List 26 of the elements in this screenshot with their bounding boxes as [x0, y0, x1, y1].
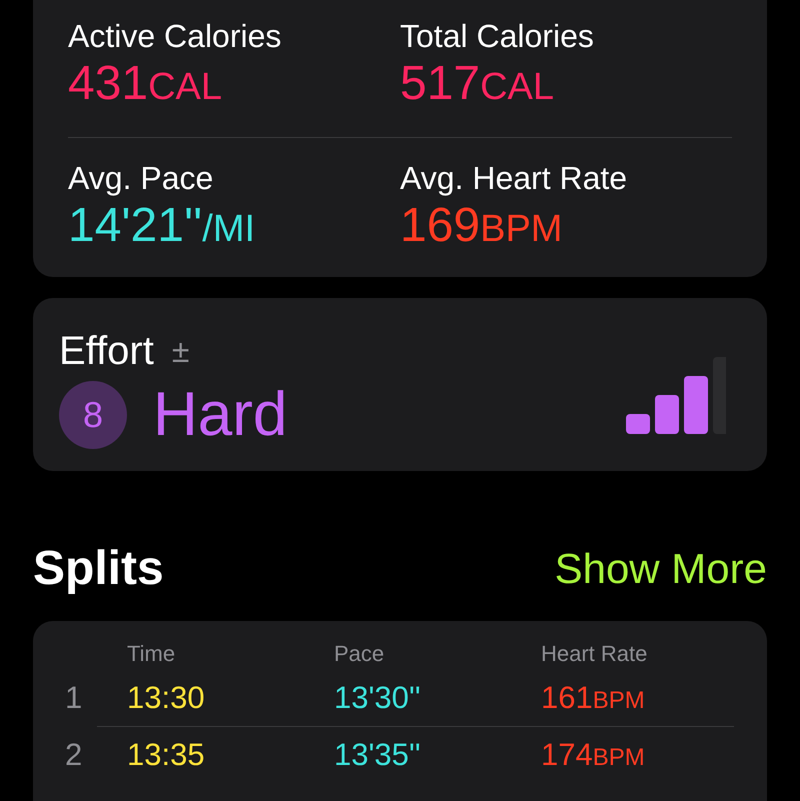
metric-label: Active Calories	[68, 17, 282, 56]
splits-heading: Splits	[33, 540, 164, 597]
split-number: 2	[65, 736, 84, 774]
metric-value: 431CAL	[68, 56, 224, 112]
show-more-link[interactable]: Show More	[554, 537, 767, 600]
split-pace: 13'35''	[334, 736, 422, 774]
split-time: 13:35	[127, 736, 206, 774]
metric-value: 14'21''/MI	[68, 198, 256, 254]
split-heart-rate: 161BPM	[541, 678, 646, 717]
split-heart-rate: 174BPM	[541, 736, 646, 774]
metric-label: Avg. Heart Rate	[400, 159, 628, 198]
metric-value: 517CAL	[400, 56, 556, 112]
effort-rating: Hard	[153, 380, 288, 450]
effort-title: Effort	[59, 328, 154, 374]
metric-value: 169BPM	[400, 198, 564, 254]
effort-score: 8	[59, 381, 127, 449]
metric-label: Total Calories	[400, 17, 595, 56]
metric-label: Avg. Pace	[68, 159, 214, 198]
column-header: Pace	[334, 640, 386, 668]
split-pace: 13'30''	[334, 678, 422, 717]
split-number: 1	[65, 678, 84, 717]
split-time: 13:30	[127, 678, 206, 717]
effort-card[interactable]: Effort ± 8 Hard	[33, 298, 767, 471]
column-header: Time	[127, 640, 176, 668]
adjust-symbol[interactable]: ±	[172, 331, 190, 371]
column-header: Heart Rate	[541, 640, 648, 668]
